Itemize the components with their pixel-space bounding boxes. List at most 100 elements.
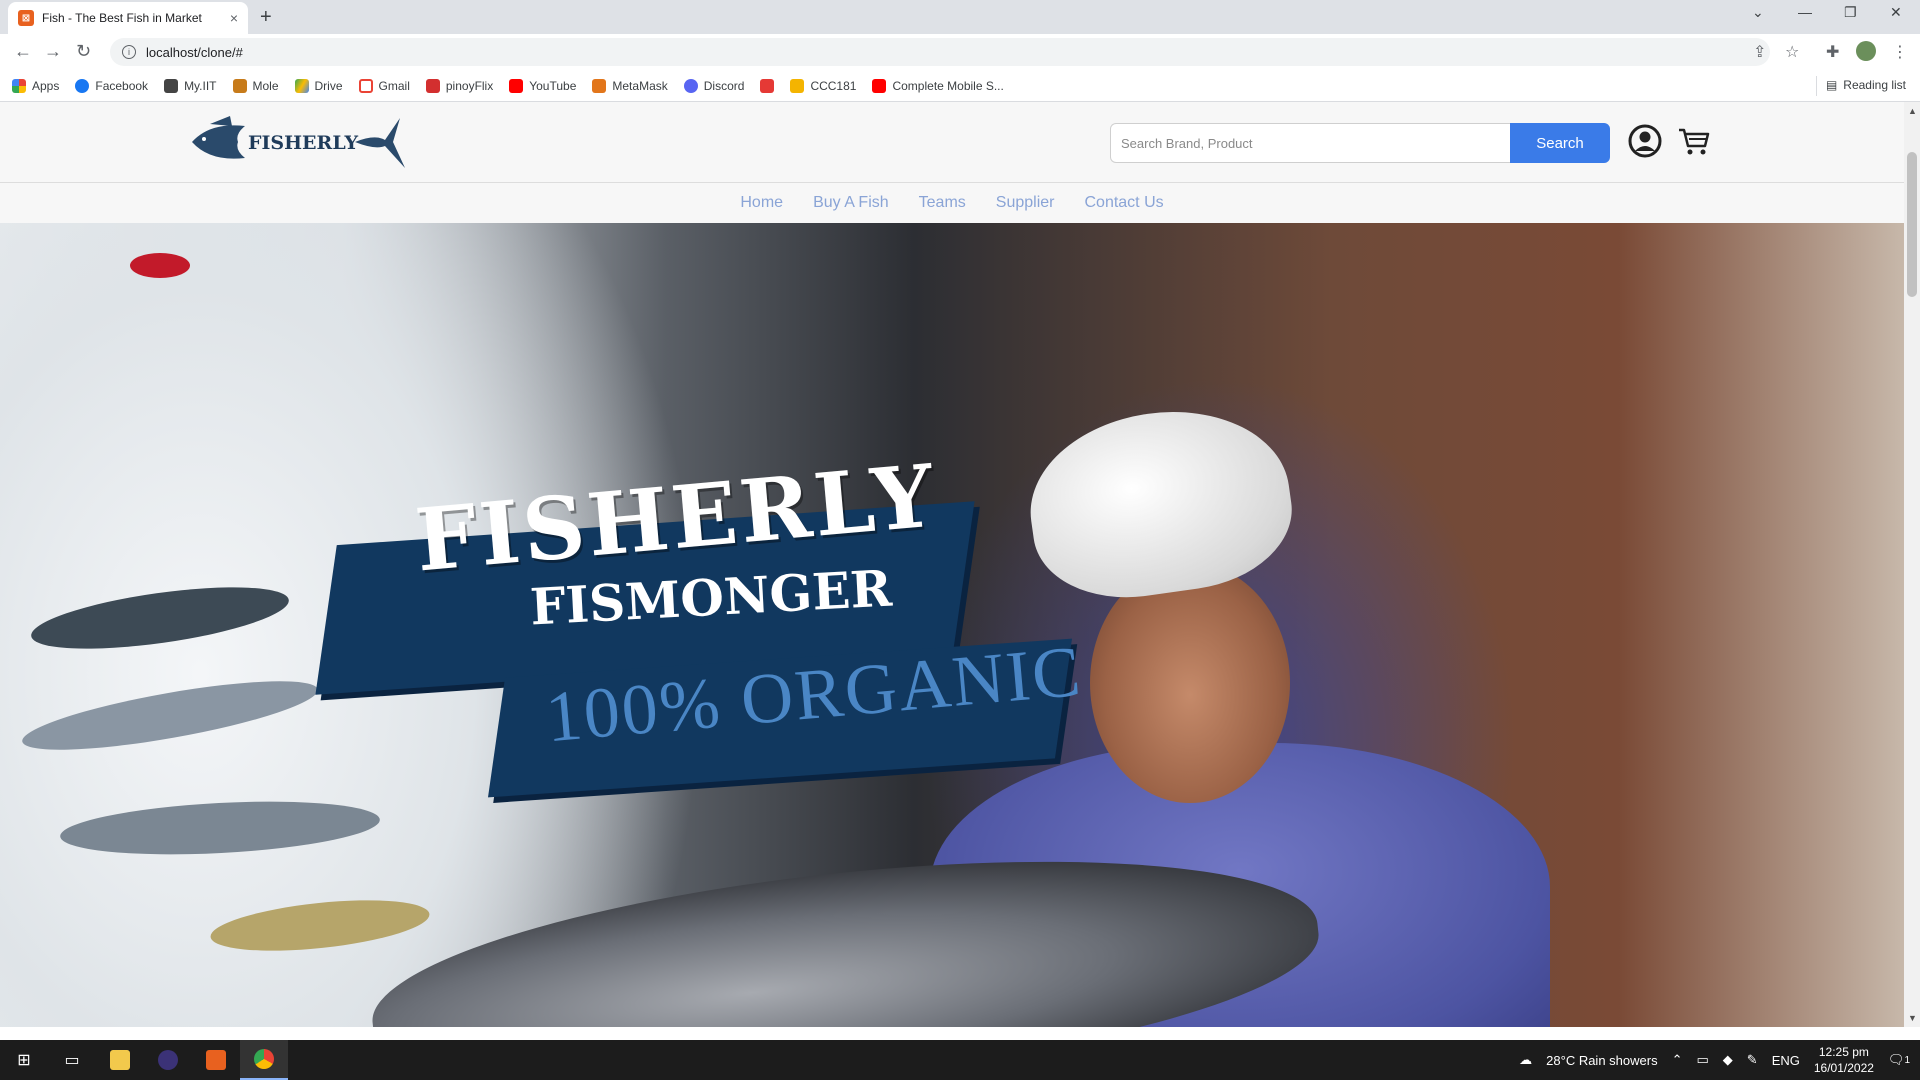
tray-chevron-icon[interactable]: ⌃ bbox=[1672, 1052, 1683, 1068]
bookmark-label: pinoyFlix bbox=[445, 78, 494, 93]
bookmark-label: CCC181 bbox=[810, 78, 857, 93]
language-indicator[interactable]: ENG bbox=[1772, 1053, 1800, 1068]
restore-icon[interactable]: ❐ bbox=[1844, 4, 1857, 21]
bookmark-pinoyflix[interactable]: pinoyFlix bbox=[425, 78, 494, 93]
chrome-icon[interactable] bbox=[240, 1040, 288, 1080]
hero-person-cap bbox=[1018, 395, 1302, 611]
hero-banner: FISHERLY FISMONGER 100% ORGANIC bbox=[0, 223, 1904, 1027]
clock-date: 16/01/2022 bbox=[1813, 1061, 1874, 1075]
youtube-icon bbox=[872, 78, 887, 93]
bookmarks-bar: Apps Facebook My.IIT Mole Drive Gmail pi… bbox=[0, 70, 1920, 102]
clock-time: 12:25 pm bbox=[1818, 1045, 1869, 1059]
bookmark-label: Mole bbox=[252, 78, 279, 93]
windows-start-icon[interactable]: ⊞ bbox=[0, 1040, 48, 1080]
weather-text[interactable]: 28°C Rain showers bbox=[1546, 1053, 1657, 1068]
drive-icon bbox=[294, 78, 309, 93]
taskbar-clock[interactable]: 12:25 pm 16/01/2022 bbox=[1814, 1044, 1874, 1076]
apps-grid-icon bbox=[12, 78, 26, 93]
nav-home[interactable]: Home bbox=[740, 194, 783, 212]
discord-icon bbox=[683, 78, 698, 93]
page-scrollbar[interactable]: ▲ ▼ bbox=[1904, 102, 1920, 1027]
divider bbox=[1815, 76, 1817, 96]
bookmark-myiit[interactable]: My.IIT bbox=[164, 78, 217, 93]
fisherly-logo[interactable]: FISHERLY bbox=[190, 112, 405, 172]
bookmark-youtube[interactable]: YouTube bbox=[509, 78, 576, 93]
notification-count: 1 bbox=[1904, 1054, 1910, 1066]
metamask-icon bbox=[592, 78, 607, 93]
browser-tab-bar: ⊠ Fish - The Best Fish in Market × + ⌄ —… bbox=[0, 0, 1920, 34]
scroll-down-icon[interactable]: ▼ bbox=[1908, 1013, 1917, 1023]
xampp-icon[interactable] bbox=[192, 1040, 240, 1080]
address-bar[interactable]: i localhost/clone/# bbox=[110, 38, 1770, 66]
notification-icon[interactable]: 🗨 bbox=[1888, 1052, 1905, 1068]
bookmark-drive[interactable]: Drive bbox=[294, 78, 343, 93]
network-icon[interactable]: ▭ bbox=[1696, 1052, 1708, 1068]
extensions-icon[interactable]: ✚ bbox=[1826, 42, 1839, 62]
search-input[interactable] bbox=[1110, 123, 1510, 163]
bookmark-discord[interactable]: Discord bbox=[683, 78, 744, 93]
browser-toolbar: ← → ↻ i localhost/clone/# ⇪ ☆ ✚ ⋮ bbox=[0, 34, 1920, 70]
shopping-cart-icon[interactable] bbox=[1677, 124, 1711, 158]
tab-search-icon[interactable]: ⌄ bbox=[1752, 4, 1764, 21]
nav-buy-a-fish[interactable]: Buy A Fish bbox=[813, 194, 889, 212]
bookmark-facebook[interactable]: Facebook bbox=[75, 78, 149, 93]
shopping-bag-icon bbox=[760, 78, 775, 93]
user-account-icon[interactable] bbox=[1628, 124, 1662, 158]
nav-supplier[interactable]: Supplier bbox=[996, 194, 1055, 212]
bookmark-ccc181[interactable]: CCC181 bbox=[790, 78, 857, 93]
youtube-icon bbox=[509, 78, 524, 93]
bookmark-label: Gmail bbox=[378, 78, 410, 93]
reading-list-button[interactable]: ▤ Reading list bbox=[1815, 76, 1906, 96]
nav-contact-us[interactable]: Contact Us bbox=[1084, 194, 1163, 212]
search-button[interactable]: Search bbox=[1510, 123, 1610, 163]
nav-teams[interactable]: Teams bbox=[919, 194, 966, 212]
myiit-icon bbox=[164, 78, 179, 93]
url-text: localhost/clone/# bbox=[146, 44, 243, 60]
bookmark-metamask[interactable]: MetaMask bbox=[592, 78, 668, 93]
bookmark-star-icon[interactable]: ☆ bbox=[1785, 42, 1799, 62]
xampp-favicon-icon: ⊠ bbox=[18, 10, 34, 26]
bookmark-label: My.IIT bbox=[184, 78, 217, 93]
profile-avatar[interactable] bbox=[1856, 41, 1876, 61]
windows-taskbar: ⊞ ▭ ☁ 28°C Rain showers ⌃ ▭ ◆ ✎ ENG 12:2… bbox=[0, 1040, 1920, 1080]
site-header: FISHERLY Search bbox=[0, 102, 1904, 183]
bookmark-complete-mobile[interactable]: Complete Mobile S... bbox=[872, 78, 1004, 93]
mole-icon bbox=[232, 78, 247, 93]
search-form: Search bbox=[1110, 123, 1610, 163]
facebook-icon bbox=[75, 78, 90, 93]
bookmark-label: Facebook bbox=[95, 78, 149, 93]
back-icon[interactable]: ← bbox=[14, 41, 32, 62]
scroll-up-icon[interactable]: ▲ bbox=[1908, 106, 1917, 116]
bookmark-apps[interactable]: Apps bbox=[12, 78, 59, 93]
browser-menu-icon[interactable]: ⋮ bbox=[1892, 42, 1908, 62]
bookmark-label: Drive bbox=[314, 78, 343, 93]
main-navigation: Home Buy A Fish Teams Supplier Contact U… bbox=[0, 183, 1904, 223]
file-explorer-icon[interactable] bbox=[96, 1040, 144, 1080]
bookmark-mole[interactable]: Mole bbox=[232, 78, 279, 93]
tab-close-icon[interactable]: × bbox=[230, 10, 238, 26]
minimize-icon[interactable]: — bbox=[1798, 4, 1812, 20]
weather-icon[interactable]: ☁ bbox=[1519, 1052, 1532, 1068]
site-info-icon[interactable]: i bbox=[122, 45, 136, 59]
dropbox-icon[interactable]: ◆ bbox=[1723, 1052, 1733, 1068]
forward-icon[interactable]: → bbox=[44, 41, 62, 62]
task-view-icon[interactable]: ▭ bbox=[48, 1040, 96, 1080]
new-tab-button[interactable]: + bbox=[260, 6, 272, 29]
scrollbar-thumb[interactable] bbox=[1907, 152, 1917, 297]
share-icon[interactable]: ⇪ bbox=[1753, 42, 1766, 62]
system-tray: ☁ 28°C Rain showers ⌃ ▭ ◆ ✎ ENG 12:25 pm… bbox=[1519, 1040, 1920, 1080]
browser-tab[interactable]: ⊠ Fish - The Best Fish in Market × bbox=[8, 2, 248, 34]
web-page: FISHERLY Search Home Buy A Fish Teams Su… bbox=[0, 102, 1904, 1027]
bookmark-shop[interactable] bbox=[760, 78, 775, 93]
reload-icon[interactable]: ↻ bbox=[76, 41, 91, 62]
tab-title: Fish - The Best Fish in Market bbox=[42, 11, 202, 25]
window-close-icon[interactable]: ✕ bbox=[1890, 4, 1902, 21]
pinoyflix-icon bbox=[425, 78, 440, 93]
hero-fish-image bbox=[130, 253, 190, 278]
eclipse-icon[interactable] bbox=[144, 1040, 192, 1080]
classroom-icon bbox=[790, 78, 805, 93]
pen-icon[interactable]: ✎ bbox=[1747, 1052, 1758, 1068]
reading-list-label: Reading list bbox=[1843, 78, 1906, 92]
gmail-icon bbox=[358, 78, 373, 93]
bookmark-gmail[interactable]: Gmail bbox=[358, 78, 410, 93]
